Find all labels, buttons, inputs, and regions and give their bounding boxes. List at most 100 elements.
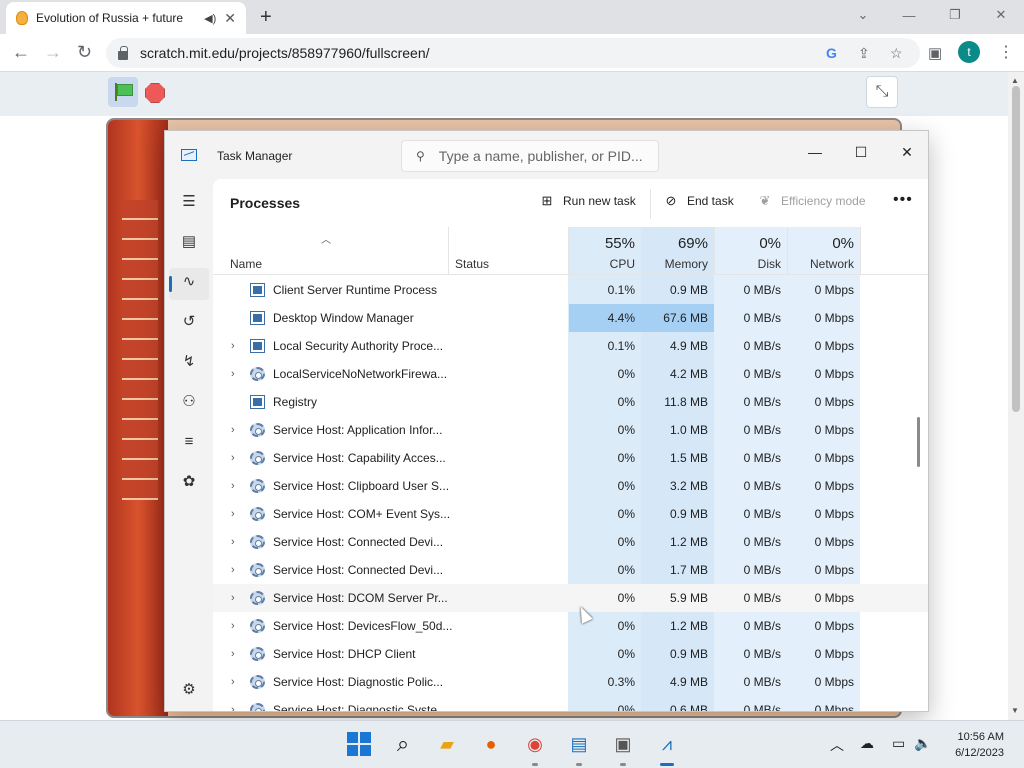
- close-window-button[interactable]: ✕: [978, 0, 1024, 30]
- table-row[interactable]: › Local Security Authority Proce... 0.1% 4.…: [213, 332, 928, 360]
- firefox-icon[interactable]: ●: [478, 731, 504, 757]
- column-memory[interactable]: 69% Memory: [641, 227, 714, 275]
- expand-chevron-icon[interactable]: ›: [231, 360, 235, 388]
- scroll-up-icon[interactable]: ▲: [1011, 76, 1019, 85]
- table-row[interactable]: › Service Host: Application Infor... 0% 1.0…: [213, 416, 928, 444]
- expand-chevron-icon[interactable]: ›: [231, 416, 235, 444]
- chrome-menu-icon[interactable]: ⋮: [998, 42, 1014, 62]
- profile-avatar[interactable]: t: [958, 41, 980, 63]
- users-icon[interactable]: ⚇: [179, 391, 199, 411]
- table-row[interactable]: Client Server Runtime Process 0.1% 0.9 MB 0…: [213, 276, 928, 304]
- gear-icon: [250, 507, 265, 521]
- table-row[interactable]: › LocalServiceNoNetworkFirewa... 0% 4.2 MB 0…: [213, 360, 928, 388]
- table-row[interactable]: › Service Host: DevicesFlow_50d... 0% 1.2 M…: [213, 612, 928, 640]
- bookmark-star-icon[interactable]: ☆: [890, 45, 903, 62]
- expand-chevron-icon[interactable]: ›: [231, 640, 235, 668]
- lock-icon[interactable]: [118, 45, 128, 60]
- green-flag-button[interactable]: [108, 77, 138, 107]
- onedrive-cloud-icon[interactable]: ☁: [860, 735, 874, 752]
- forward-button[interactable]: →: [44, 42, 62, 63]
- table-row[interactable]: Desktop Window Manager 4.4% 67.6 MB 0 MB/s 0…: [213, 304, 928, 332]
- reload-button[interactable]: ↻: [77, 42, 92, 63]
- address-bar[interactable]: scratch.mit.edu/projects/858977960/fulls…: [106, 38, 920, 68]
- process-list-scrollbar[interactable]: [917, 417, 920, 467]
- app-history-icon[interactable]: ↺: [179, 311, 199, 331]
- start-button[interactable]: [346, 731, 372, 757]
- expand-chevron-icon[interactable]: ›: [231, 332, 235, 360]
- expand-chevron-icon[interactable]: ›: [231, 444, 235, 472]
- startup-apps-icon[interactable]: ↯: [179, 351, 199, 371]
- process-search-box[interactable]: ⚲ Type a name, publisher, or PID...: [401, 140, 659, 172]
- hamburger-menu-icon[interactable]: ☰: [179, 191, 199, 211]
- table-row[interactable]: › Service Host: COM+ Event Sys... 0% 0.9 MB…: [213, 500, 928, 528]
- expand-chevron-icon[interactable]: ›: [231, 500, 235, 528]
- tm-minimize-button[interactable]: —: [792, 137, 838, 167]
- end-task-button[interactable]: ⊘ End task: [663, 193, 734, 209]
- table-row[interactable]: › Service Host: DHCP Client 0% 0.9 MB 0 MB/s…: [213, 640, 928, 668]
- file-explorer-icon[interactable]: ▰: [434, 731, 460, 757]
- tm-close-button[interactable]: ✕: [884, 137, 928, 167]
- run-new-task-button[interactable]: ⊞ Run new task: [539, 193, 636, 209]
- column-name[interactable]: Name: [213, 227, 448, 275]
- close-tab-icon[interactable]: ✕: [224, 10, 236, 27]
- system-clock[interactable]: 10:56 AM 6/12/2023: [938, 729, 1004, 761]
- expand-chevron-icon[interactable]: ›: [231, 612, 235, 640]
- back-button[interactable]: ←: [12, 42, 30, 63]
- scroll-down-icon[interactable]: ▼: [1011, 706, 1019, 715]
- details-icon[interactable]: ≡: [179, 431, 199, 451]
- side-panel-icon[interactable]: ▣: [928, 44, 942, 62]
- task-manager-taskbar-icon[interactable]: ⩘: [654, 731, 680, 757]
- google-lens-icon[interactable]: G: [826, 45, 837, 61]
- exit-fullscreen-button[interactable]: ⤡: [866, 76, 898, 108]
- table-row[interactable]: › Service Host: Capability Acces... 0% 1.5 …: [213, 444, 928, 472]
- tab-search-icon[interactable]: ⌄: [840, 0, 886, 30]
- expand-chevron-icon[interactable]: ›: [231, 696, 235, 711]
- notepad-icon[interactable]: ▤: [566, 731, 592, 757]
- processes-icon[interactable]: ▤: [179, 231, 199, 251]
- expand-chevron-icon[interactable]: ›: [231, 668, 235, 696]
- scroll-thumb[interactable]: [1012, 86, 1020, 412]
- table-row[interactable]: Registry 0% 11.8 MB 0 MB/s 0 Mbps: [213, 388, 928, 416]
- table-row[interactable]: › Service Host: Diagnostic Polic... 0.3% 4.…: [213, 668, 928, 696]
- minimize-button[interactable]: —: [886, 0, 932, 30]
- volume-icon[interactable]: 🔈: [914, 735, 931, 752]
- terminal-icon[interactable]: ▣: [610, 731, 636, 757]
- search-icon: ⚲: [416, 149, 425, 163]
- network-icon[interactable]: ▭: [892, 735, 905, 752]
- cpu-cell: 0.1%: [607, 283, 635, 297]
- table-row[interactable]: › Service Host: Clipboard User S... 0% 3.2 …: [213, 472, 928, 500]
- stop-button[interactable]: [145, 83, 165, 103]
- process-list: Client Server Runtime Process 0.1% 0.9 MB 0…: [213, 276, 928, 711]
- clock-time: 10:56 AM: [957, 731, 1004, 743]
- expand-chevron-icon[interactable]: ›: [231, 472, 235, 500]
- share-icon[interactable]: ⇪: [858, 45, 870, 62]
- column-network[interactable]: 0% Network: [787, 227, 860, 275]
- audio-playing-icon[interactable]: ◀): [204, 12, 216, 25]
- table-row[interactable]: › Service Host: Connected Devi... 0% 1.2 MB…: [213, 528, 928, 556]
- browser-tab[interactable]: Evolution of Russia + future ◀) ✕: [6, 2, 246, 34]
- gear-icon: [250, 367, 265, 381]
- performance-icon[interactable]: ∿: [179, 271, 199, 291]
- column-disk[interactable]: 0% Disk: [714, 227, 787, 275]
- expand-chevron-icon[interactable]: ›: [231, 556, 235, 584]
- cpu-cell: 0%: [617, 507, 635, 521]
- more-options-icon[interactable]: •••: [893, 191, 913, 209]
- table-row[interactable]: › Service Host: Diagnostic Syste... 0% 0.6 …: [213, 696, 928, 711]
- table-row[interactable]: › Service Host: Connected Devi... 0% 1.7 MB…: [213, 556, 928, 584]
- tm-maximize-button[interactable]: ☐: [838, 137, 884, 167]
- search-taskbar-icon[interactable]: ⌕: [390, 731, 416, 757]
- show-hidden-icons-chevron-icon[interactable]: ︿: [830, 735, 844, 755]
- settings-gear-icon[interactable]: ⚙: [179, 679, 199, 699]
- new-tab-button[interactable]: +: [260, 6, 272, 29]
- expand-chevron-icon[interactable]: ›: [231, 584, 235, 612]
- efficiency-mode-button[interactable]: ❦ Efficiency mode: [757, 193, 866, 209]
- chrome-icon[interactable]: ◉: [522, 731, 548, 757]
- network-cell: 0 Mbps: [814, 311, 854, 325]
- column-cpu[interactable]: 55% CPU: [568, 227, 641, 275]
- services-icon[interactable]: ✿: [179, 471, 199, 491]
- expand-chevron-icon[interactable]: ›: [231, 528, 235, 556]
- column-status[interactable]: Status: [438, 227, 558, 275]
- page-scrollbar[interactable]: ▲ ▼: [1008, 72, 1024, 720]
- restore-button[interactable]: ❐: [932, 0, 978, 30]
- table-row[interactable]: › Service Host: DCOM Server Pr... 0% 5.9 MB…: [213, 584, 928, 612]
